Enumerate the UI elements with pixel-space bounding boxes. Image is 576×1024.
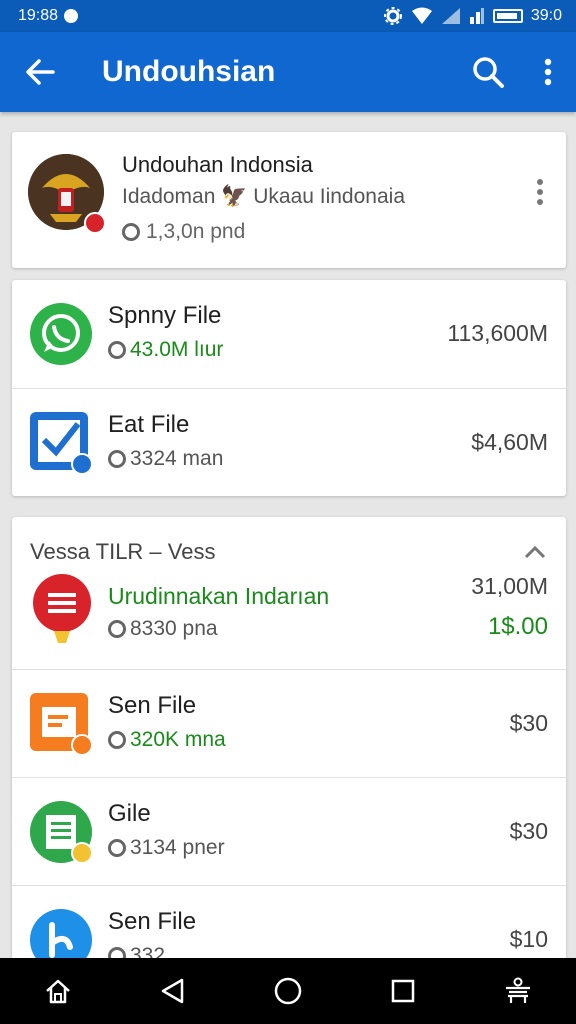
- notification-icon: [64, 9, 79, 23]
- size-icon: [108, 731, 126, 749]
- notes-green-icon: [30, 800, 93, 864]
- file-meta-text: 3324 man: [130, 447, 224, 470]
- more-vertical-icon: [537, 179, 543, 205]
- accessibility-icon: [506, 977, 531, 1003]
- list-item[interactable]: Eat File 3324 man $4,60M: [12, 388, 566, 496]
- arrow-left-icon: [26, 59, 55, 85]
- back-nav-button[interactable]: [143, 961, 203, 1021]
- recents-button[interactable]: [373, 961, 433, 1021]
- size-icon: [108, 620, 126, 638]
- section-list: Sen File 320K mna $30 Gile 3134 pner $30…: [12, 669, 566, 993]
- featured-badge: [84, 212, 106, 234]
- file-meta: 3134 pner: [108, 836, 225, 860]
- file-price: 113,600M: [447, 320, 548, 346]
- checkbox-icon: [30, 411, 93, 475]
- square-recents-icon: [391, 979, 415, 1003]
- circle-home-icon: [274, 977, 302, 1005]
- file-meta-text: 3134 pner: [130, 836, 225, 859]
- size-icon: [122, 223, 140, 241]
- file-price: $10: [509, 926, 548, 952]
- overflow-menu-button[interactable]: [520, 32, 576, 112]
- search-icon: [473, 57, 504, 88]
- file-name: Gile: [108, 800, 151, 827]
- status-icons: 39:0: [383, 6, 562, 26]
- size-icon: [108, 839, 126, 857]
- featured-subtitle: Idadoman 🦅 Ukaau Iindonaia: [122, 185, 405, 208]
- size-icon: [108, 341, 126, 359]
- file-name: Eat File: [108, 411, 190, 438]
- section-featured-meta-text: 8330 pna: [130, 617, 218, 640]
- status-battery-text: 39:0: [530, 7, 562, 24]
- file-meta: 320K mna: [108, 728, 226, 752]
- file-meta: 43.0M lıur: [108, 338, 223, 362]
- accessibility-button[interactable]: [488, 961, 548, 1021]
- file-name: Sen File: [108, 692, 197, 719]
- file-price: $30: [509, 818, 548, 844]
- section-featured-meta: 8330 pna: [108, 617, 218, 641]
- section-featured-name: Urudinnakan Indarıan: [108, 583, 330, 609]
- list-item[interactable]: Gile 3134 pner $30: [12, 777, 566, 885]
- size-icon: [108, 450, 126, 468]
- file-meta-text: 320K mna: [130, 728, 226, 751]
- chevron-up-icon[interactable]: [524, 545, 546, 559]
- status-time-group: 19:88: [18, 7, 79, 25]
- system-nav-bar: [0, 958, 576, 1024]
- signal-bars-icon: [469, 8, 484, 24]
- more-vertical-icon: [544, 58, 552, 86]
- battery-icon: [492, 9, 523, 23]
- settings-status-icon: [383, 7, 402, 25]
- featured-card[interactable]: Undouhan Indonsia Idadoman 🦅 Ukaau Iindo…: [12, 132, 566, 268]
- page-title: Undouhsian: [102, 55, 276, 88]
- list-item[interactable]: Sen File 320K mna $30: [12, 669, 566, 777]
- signal-icon: [441, 8, 460, 24]
- file-price: $30: [509, 710, 548, 736]
- section-header[interactable]: Vessa TILR – Vess: [30, 539, 548, 567]
- document-orange-icon: [30, 692, 93, 756]
- file-name: Spnny File: [108, 302, 222, 329]
- files-card: Spnny File 43.0M lıur 113,600M Eat File …: [12, 280, 566, 496]
- section-featured-item[interactable]: Urudinnakan Indarıan 8330 pna 31,00M 1$.…: [12, 569, 566, 669]
- featured-menu-button[interactable]: [536, 178, 544, 211]
- file-price: $4,60M: [471, 429, 548, 455]
- status-bar: 19:88 39:0: [0, 0, 576, 32]
- featured-meta-text: 1,3,0n pnd: [146, 220, 246, 243]
- featured-name: Undouhan Indonsia: [122, 152, 313, 177]
- file-meta: 3324 man: [108, 447, 223, 471]
- wifi-icon: [411, 7, 432, 24]
- back-button[interactable]: [0, 32, 80, 112]
- search-button[interactable]: [456, 32, 520, 112]
- section-card: Vessa TILR – Vess Urudinnakan Indarıan 8…: [12, 517, 566, 977]
- triangle-back-icon: [161, 978, 184, 1004]
- file-name: Sen File: [108, 908, 197, 935]
- section-title: Vessa TILR – Vess: [30, 539, 216, 564]
- whatsapp-icon: [30, 303, 92, 365]
- file-meta-text: 43.0M lıur: [130, 338, 224, 361]
- app-bar: Undouhsian: [0, 32, 576, 112]
- list-item[interactable]: Spnny File 43.0M lıur 113,600M: [12, 280, 566, 388]
- section-featured-price: 1$.00: [487, 613, 548, 640]
- home-icon: [45, 979, 70, 1004]
- home-button[interactable]: [28, 961, 88, 1021]
- featured-meta: 1,3,0n pnd: [122, 220, 245, 244]
- menu-balloon-icon: [32, 573, 92, 650]
- status-time: 19:88: [18, 7, 59, 24]
- home-circle-button[interactable]: [258, 961, 318, 1021]
- section-featured-price-top: 31,00M: [471, 573, 548, 599]
